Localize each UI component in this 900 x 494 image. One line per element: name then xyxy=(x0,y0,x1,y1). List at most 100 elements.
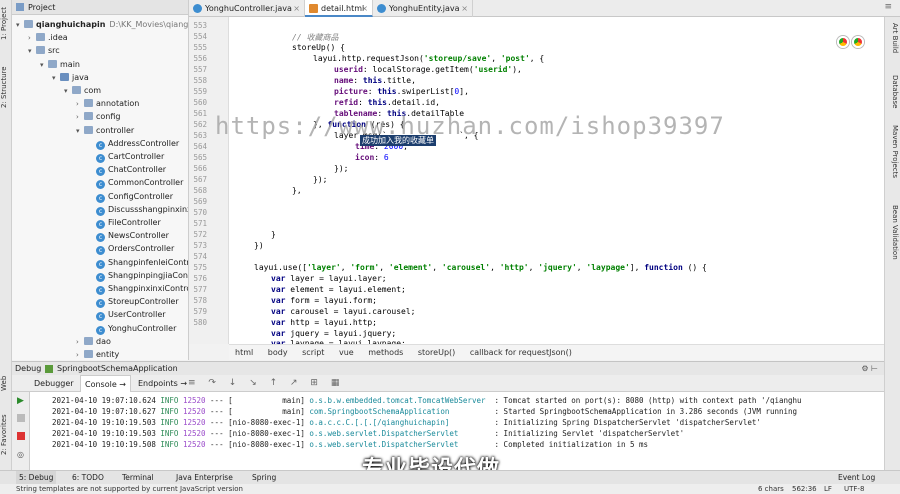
tree-item[interactable]: c CommonController xyxy=(88,176,183,190)
tree-item[interactable]: c NewsController xyxy=(88,229,169,243)
tree-item[interactable]: c YonghuController xyxy=(88,322,176,335)
file-encoding[interactable]: UTF-8 xyxy=(844,484,864,494)
expand-arrow-icon[interactable]: ▾ xyxy=(40,59,48,72)
breadcrumb-item[interactable]: body xyxy=(268,348,288,357)
close-icon[interactable]: × xyxy=(361,0,368,17)
expand-arrow-icon[interactable]: ▾ xyxy=(76,125,84,138)
resume-icon[interactable]: ▶ xyxy=(17,396,24,406)
stop-icon[interactable] xyxy=(17,432,25,440)
art-build-tool-button[interactable]: Art Build xyxy=(887,23,899,53)
java-class-icon: c xyxy=(96,193,105,203)
project-panel-header[interactable]: Project xyxy=(12,0,188,15)
favorites-tool-button[interactable]: 2: Favorites xyxy=(0,410,12,460)
tree-item-label: AddressController xyxy=(108,138,180,148)
expand-arrow-icon[interactable]: ▾ xyxy=(16,19,24,32)
expand-arrow-icon[interactable]: › xyxy=(76,336,84,349)
tree-item[interactable]: c UserController xyxy=(88,308,166,322)
project-tool-button[interactable]: 1: Project xyxy=(0,4,12,44)
chrome-preview-icon[interactable] xyxy=(837,36,849,48)
breadcrumb-item[interactable]: html xyxy=(235,348,253,357)
tree-item[interactable]: ▾ src xyxy=(28,44,60,57)
tree-item[interactable]: c StoreupController xyxy=(88,295,179,309)
expand-arrow-icon[interactable]: › xyxy=(76,111,84,124)
expand-arrow-icon[interactable]: › xyxy=(76,98,84,111)
tree-item-label: ChatController xyxy=(108,165,167,175)
expand-arrow-icon[interactable]: ▾ xyxy=(64,85,72,98)
tree-item[interactable]: ▾ controller xyxy=(76,124,134,137)
tree-item[interactable]: c ShangpinfenleiContro xyxy=(88,256,188,269)
structure-tool-button[interactable]: 2: Structure xyxy=(0,62,12,112)
tree-item[interactable]: c ShangpinpingjiaContr xyxy=(88,269,188,282)
status-bar: String templates are not supported by cu… xyxy=(0,484,900,494)
pause-icon[interactable] xyxy=(17,414,25,422)
database-tool-button[interactable]: Database xyxy=(887,75,899,108)
expand-arrow-icon[interactable]: › xyxy=(76,349,84,360)
maven-projects-tool-button[interactable]: Maven Projects xyxy=(887,125,899,178)
code-line: storeUp() { xyxy=(292,43,345,52)
tree-item[interactable]: c ConfigController xyxy=(88,190,173,203)
tab-endpoints[interactable]: Endpoints → xyxy=(134,375,191,392)
tree-item[interactable]: ▾ com xyxy=(64,84,101,97)
line-separator[interactable]: LF xyxy=(824,484,832,494)
view-breakpoints-icon[interactable]: ◎ xyxy=(17,450,24,459)
java-class-icon: c xyxy=(96,206,105,216)
log-sep: --- xyxy=(210,440,224,449)
chrome-preview-icon-2[interactable] xyxy=(852,36,864,48)
code-line: // 收藏商品 xyxy=(292,33,339,42)
web-tool-button[interactable]: Web xyxy=(0,373,12,393)
tree-item[interactable]: › dao xyxy=(76,335,111,348)
expand-arrow-icon[interactable]: ▾ xyxy=(28,45,36,58)
java-class-icon: c xyxy=(96,325,105,335)
tab-console[interactable]: Console → xyxy=(80,375,132,392)
tab-overflow-icon[interactable]: ≡ xyxy=(884,2,892,12)
log-date: 2021-04-10 19:10:19.508 xyxy=(52,440,156,449)
bean-validation-tool-button[interactable]: Bean Validation xyxy=(887,205,899,260)
log-cls: o.a.c.c.C.[.[.[/qianghuichapin] xyxy=(309,418,491,427)
spring-tool-button[interactable]: Spring xyxy=(252,471,276,485)
tree-item[interactable]: › config xyxy=(76,110,120,123)
breadcrumb-item[interactable]: script xyxy=(302,348,324,357)
debug-tool-button[interactable]: 5: Debug xyxy=(16,471,57,485)
tree-item[interactable]: › .idea xyxy=(28,31,68,44)
tree-item[interactable]: c Discussshangpinxinxi xyxy=(88,203,188,216)
tree-item[interactable]: c OrdersController xyxy=(88,242,174,256)
java-enterprise-tool-button[interactable]: Java Enterprise xyxy=(176,471,233,485)
event-log-tool-button[interactable]: Event Log xyxy=(838,471,875,485)
code-line: var carousel = layui.carousel; xyxy=(271,307,416,316)
selection-count: 6 chars xyxy=(758,485,784,493)
code-editor[interactable]: // 收藏商品 storeUp() { layui.http.requestJs… xyxy=(229,17,884,344)
tree-item[interactable]: c FileController xyxy=(88,216,161,229)
breadcrumb-item[interactable]: storeUp() xyxy=(418,348,455,357)
tree-item[interactable]: ▾ main xyxy=(40,58,80,71)
close-icon[interactable]: × xyxy=(461,0,468,17)
expand-arrow-icon[interactable]: › xyxy=(28,32,36,45)
tree-item[interactable]: › entity xyxy=(76,348,119,360)
tab-detail-html[interactable]: detail.html × xyxy=(305,0,373,17)
debug-title: Debug xyxy=(15,364,42,373)
run-config-name[interactable]: SpringbootSchemaApplication xyxy=(57,362,178,376)
breadcrumb-item[interactable]: callback for requestJson() xyxy=(470,348,572,357)
breadcrumb-item[interactable]: methods xyxy=(368,348,403,357)
tree-item-label: java xyxy=(72,72,89,82)
settings-gear-icon[interactable]: ⚙ ⊢ xyxy=(861,362,878,376)
step-controls-icon[interactable]: ≡ ↷ ↓ ↘ ↑ ↗ ⊞ ▦ xyxy=(188,378,344,388)
line-number-gutter: 553 554 555 556 557 558 559 560 561 562 563 564 565 5… xyxy=(189,17,229,344)
tab-yonghu-entity[interactable]: YonghuEntity.java × xyxy=(373,0,473,17)
tab-debugger[interactable]: Debugger xyxy=(30,375,78,392)
breadcrumb-item[interactable]: vue xyxy=(339,348,354,357)
tree-item[interactable]: c ChatController xyxy=(88,163,167,177)
close-icon[interactable]: × xyxy=(293,0,300,17)
tree-item[interactable]: › annotation xyxy=(76,97,139,110)
line-number: 580 xyxy=(193,318,207,327)
bottom-tool-bar: 5: Debug 6: TODO Terminal Java Enterpris… xyxy=(0,470,900,485)
tree-item[interactable]: c AddressController xyxy=(88,137,179,150)
tree-item[interactable]: ▾ java xyxy=(52,71,89,84)
tree-item[interactable]: c ShangpinxinxiControl xyxy=(88,282,188,295)
tab-yonghu-controller[interactable]: YonghuController.java × xyxy=(189,0,305,17)
expand-arrow-icon[interactable]: ▾ xyxy=(52,72,60,85)
caret-position[interactable]: 562:36 xyxy=(792,484,817,494)
tree-item[interactable]: ▾ qianghuichapinD:\KK_Movies\qianghuic xyxy=(16,18,188,32)
terminal-tool-button[interactable]: Terminal xyxy=(122,471,154,485)
tree-item[interactable]: c CartController xyxy=(88,150,164,163)
todo-tool-button[interactable]: 6: TODO xyxy=(72,471,104,485)
